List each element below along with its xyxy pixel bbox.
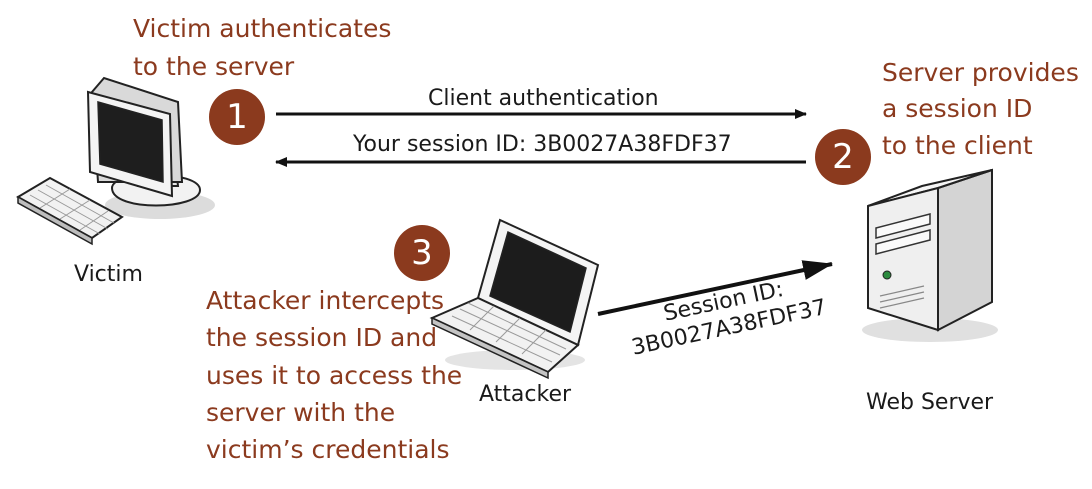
step-2-text-line-3: to the client [882,131,1033,160]
client-authentication-label: Client authentication [428,86,659,111]
laptop-icon [429,218,600,380]
step-3-number: 3 [411,233,433,273]
step-3-text-line-5: victim’s credentials [206,435,450,464]
attacker-label: Attacker [479,382,572,407]
step-3-text-line-2: the session ID and [206,323,438,352]
step-1-text-line-1: Victim authenticates [133,14,392,43]
desktop-computer-icon [15,76,215,246]
tower-server-icon [862,168,998,342]
step-1-text-line-2: to the server [133,52,295,81]
step-3-text-line-3: uses it to access the [206,361,463,390]
web-server-label: Web Server [866,390,994,415]
step-3-text-line-1: Attacker intercepts [206,286,445,315]
step-2-number: 2 [832,137,854,177]
victim-label: Victim [74,262,143,287]
session-hijacking-diagram: 1 2 3 Victim authenticates to the server… [0,0,1092,489]
session-id-response-label: Your session ID: 3B0027A38FDF37 [353,132,732,157]
step-2-text-line-2: a session ID [882,94,1033,123]
step-1-number: 1 [226,97,248,137]
step-2-text-line-1: Server provides [882,58,1079,87]
step-3-text-line-4: server with the [206,398,396,427]
